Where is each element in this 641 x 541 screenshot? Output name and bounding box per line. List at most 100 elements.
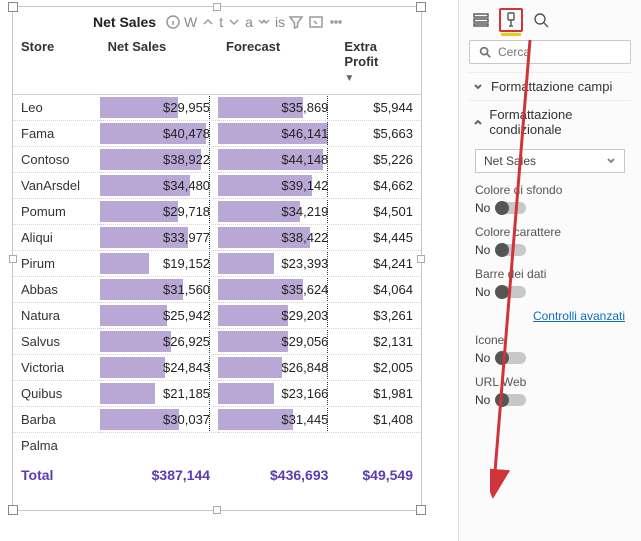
section-field-formatting-label: Formattazione campi xyxy=(491,79,612,94)
table-row[interactable]: Abbas$31,560$35,624$4,064 xyxy=(13,277,421,303)
cell-extra-profit: $2,131 xyxy=(336,329,421,355)
cell-store: Leo xyxy=(13,95,100,121)
table-row[interactable]: Pirum$19,152$23,393$4,241 xyxy=(13,251,421,277)
cell-store: VanArsdel xyxy=(13,173,100,199)
total-label: Total xyxy=(13,458,100,489)
table-row[interactable]: Quibus$21,185$23,166$1,981 xyxy=(13,381,421,407)
focus-mode-icon[interactable] xyxy=(307,13,325,31)
cell-forecast: $38,422 xyxy=(218,225,336,251)
cell-extra-profit: $4,064 xyxy=(336,277,421,303)
table-row[interactable]: VanArsdel$34,480$39,142$4,662 xyxy=(13,173,421,199)
table-row[interactable]: Aliqui$33,977$38,422$4,445 xyxy=(13,225,421,251)
visual-title: Net Sales xyxy=(93,14,156,30)
column-header-store[interactable]: Store xyxy=(13,35,100,95)
cell-net-sales: $30,037 xyxy=(100,407,218,433)
resize-handle-tr[interactable] xyxy=(416,2,426,12)
table-row[interactable]: Leo$29,955$35,869$5,944 xyxy=(13,95,421,121)
section-field-formatting[interactable]: Formattazione campi xyxy=(469,72,631,100)
chevron-down-icon xyxy=(606,156,616,166)
table-row[interactable]: Palma xyxy=(13,433,421,459)
cell-forecast: $29,056 xyxy=(218,329,336,355)
toggle-bg-label: Colore di sfondo xyxy=(475,183,625,197)
field-dropdown[interactable]: Net Sales xyxy=(475,149,625,173)
cell-store: Natura xyxy=(13,303,100,329)
cell-extra-profit: $2,005 xyxy=(336,355,421,381)
data-bar xyxy=(218,383,274,404)
cell-net-sales xyxy=(100,433,218,459)
cell-store: Aliqui xyxy=(13,225,100,251)
field-dropdown-value: Net Sales xyxy=(484,154,536,168)
table-row[interactable]: Contoso$38,922$44,148$5,226 xyxy=(13,147,421,173)
resize-handle-bl[interactable] xyxy=(8,505,18,515)
cell-store: Salvus xyxy=(13,329,100,355)
cell-store: Barba xyxy=(13,407,100,433)
column-header-extra-profit[interactable]: Extra Profit▼ xyxy=(336,35,421,95)
format-pane: Cerca Formattazione campi Formattazione … xyxy=(458,0,641,541)
cell-net-sales: $40,478 xyxy=(100,121,218,147)
cell-store: Contoso xyxy=(13,147,100,173)
cell-extra-profit: $4,241 xyxy=(336,251,421,277)
search-icon xyxy=(478,45,492,59)
total-forecast: $436,693 xyxy=(218,458,336,489)
cell-store: Pomum xyxy=(13,199,100,225)
cell-extra-profit: $5,663 xyxy=(336,121,421,147)
cell-extra-profit: $3,261 xyxy=(336,303,421,329)
filter-icon[interactable] xyxy=(287,13,305,31)
cell-net-sales: $26,925 xyxy=(100,329,218,355)
drill-up-icon[interactable] xyxy=(199,13,217,31)
toggle-background-color: Colore di sfondo No xyxy=(475,183,625,215)
cell-forecast: $23,166 xyxy=(218,381,336,407)
toggle-web-url: URL Web No xyxy=(475,375,625,407)
expand-all-icon[interactable] xyxy=(255,13,273,31)
cell-extra-profit: $4,501 xyxy=(336,199,421,225)
data-bar xyxy=(218,331,288,352)
toggle-bars-switch[interactable]: No xyxy=(475,285,526,299)
analytics-pane-icon[interactable] xyxy=(529,8,553,32)
advanced-controls-link[interactable]: Controlli avanzati xyxy=(475,309,625,323)
cell-extra-profit: $1,981 xyxy=(336,381,421,407)
cell-net-sales: $34,480 xyxy=(100,173,218,199)
resize-handle-tl[interactable] xyxy=(8,2,18,12)
toggle-font-label: Colore carattere xyxy=(475,225,625,239)
fields-pane-icon[interactable] xyxy=(469,8,493,32)
section-conditional-formatting[interactable]: Formattazione condizionale xyxy=(469,100,631,143)
column-header-forecast[interactable]: Forecast xyxy=(218,35,336,95)
data-bar xyxy=(218,357,282,378)
resize-handle-left[interactable] xyxy=(9,255,17,263)
total-extra-profit: $49,549 xyxy=(336,458,421,489)
header-text-frag: is xyxy=(275,14,285,30)
resize-handle-bottom[interactable] xyxy=(213,506,221,514)
table-visual-frame[interactable]: Net Sales W t a is Store Net Sales Forec… xyxy=(12,6,422,511)
column-header-net-sales[interactable]: Net Sales xyxy=(100,35,218,95)
table-row[interactable]: Barba$30,037$31,445$1,408 xyxy=(13,407,421,433)
format-pane-icon[interactable] xyxy=(499,8,523,32)
toggle-icons-switch[interactable]: No xyxy=(475,351,526,365)
cell-net-sales: $29,718 xyxy=(100,199,218,225)
toggle-bars-label: Barre dei dati xyxy=(475,267,625,281)
cell-forecast: $26,848 xyxy=(218,355,336,381)
cell-net-sales: $38,922 xyxy=(100,147,218,173)
cell-forecast: $35,624 xyxy=(218,277,336,303)
table-row[interactable]: Natura$25,942$29,203$3,261 xyxy=(13,303,421,329)
drill-info-icon[interactable] xyxy=(164,13,182,31)
cell-forecast: $29,203 xyxy=(218,303,336,329)
cell-forecast: $39,142 xyxy=(218,173,336,199)
resize-handle-br[interactable] xyxy=(416,505,426,515)
toggle-bg-switch[interactable]: No xyxy=(475,201,526,215)
header-text-frag: t xyxy=(219,14,223,30)
more-options-icon[interactable] xyxy=(327,13,345,31)
table-row[interactable]: Fama$40,478$46,141$5,663 xyxy=(13,121,421,147)
cell-store: Pirum xyxy=(13,251,100,277)
toggle-url-switch[interactable]: No xyxy=(475,393,526,407)
table-row[interactable]: Pomum$29,718$34,219$4,501 xyxy=(13,199,421,225)
cell-net-sales: $29,955 xyxy=(100,95,218,121)
table-row[interactable]: Salvus$26,925$29,056$2,131 xyxy=(13,329,421,355)
header-text-frag: W xyxy=(184,14,197,30)
pane-tab-icons xyxy=(469,6,631,40)
table-row[interactable]: Victoria$24,843$26,848$2,005 xyxy=(13,355,421,381)
search-input[interactable]: Cerca xyxy=(469,40,631,64)
resize-handle-top[interactable] xyxy=(213,3,221,11)
drill-down-icon[interactable] xyxy=(225,13,243,31)
toggle-font-switch[interactable]: No xyxy=(475,243,526,257)
cell-extra-profit: $4,662 xyxy=(336,173,421,199)
